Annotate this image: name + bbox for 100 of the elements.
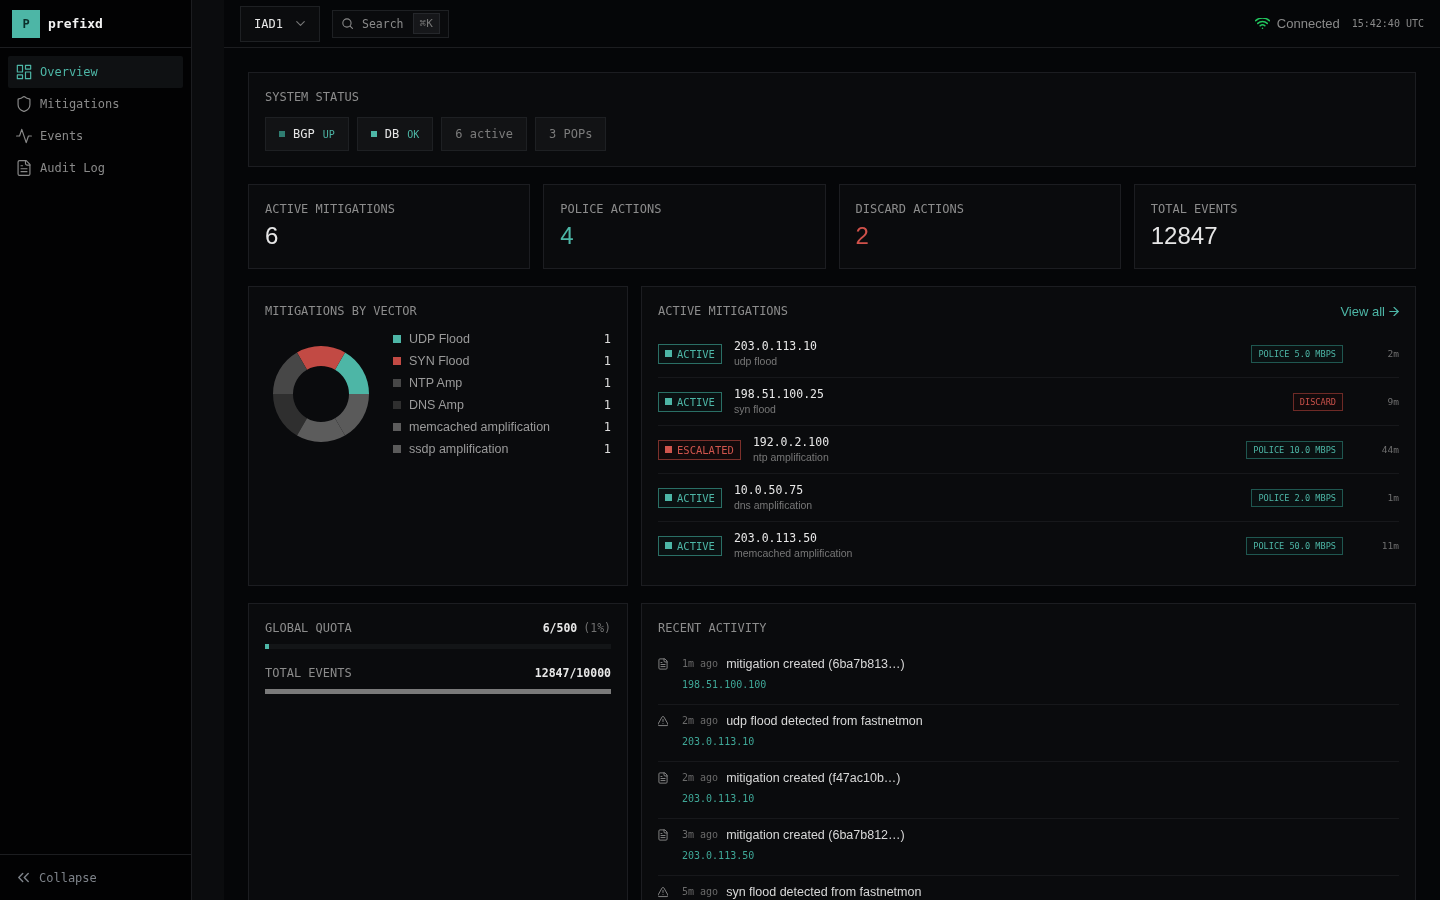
legend-label: DNS Amp [409, 398, 465, 412]
age-text: 44m [1380, 444, 1399, 455]
double-chevron-left-icon [18, 872, 29, 883]
status-square-icon [665, 542, 672, 549]
action-tag: POLICE 2.0 MBPS [1251, 488, 1343, 507]
legend-label: memcached amplification [409, 420, 552, 434]
activity-time: 3m ago [682, 829, 719, 840]
legend-count: 1 [603, 442, 611, 456]
region-dropdown[interactable]: IAD1 [240, 5, 320, 42]
action-tag: POLICE 10.0 MBPS [1246, 440, 1343, 459]
status-text: ACTIVE [677, 539, 715, 552]
chevron-down-icon [296, 21, 305, 26]
document-icon [658, 772, 668, 784]
stat-label: DISCARD ACTIONS [855, 201, 965, 217]
ip-address: 10.0.50.75 [733, 483, 805, 498]
clock: 15:42:40 UTC [1351, 18, 1424, 29]
meter-percent: (1%) [583, 621, 611, 635]
service-name: DB [384, 127, 400, 141]
document-icon [658, 658, 668, 670]
legend-label: NTP Amp [409, 376, 464, 390]
collapse-button[interactable]: Collapse [8, 870, 97, 885]
search-button[interactable]: Search ⌘K [332, 9, 449, 38]
activity-message: mitigation created (6ba7b812…) [726, 827, 905, 842]
activity-message: mitigation created (f47ac10b…) [726, 770, 901, 785]
legend-count: 1 [603, 354, 611, 368]
stat-label: TOTAL EVENTS [1150, 201, 1239, 217]
document-icon [16, 160, 32, 176]
logo-mark: P [12, 9, 40, 38]
legend-label: SYN Flood [409, 354, 471, 368]
age-text: 2m [1386, 348, 1399, 359]
view-all-link[interactable]: View all [1340, 303, 1399, 319]
card-title: RECENT ACTIVITY [658, 620, 768, 636]
status-text: ACTIVE [677, 395, 715, 408]
card-title: MITIGATIONS BY VECTOR [265, 303, 418, 319]
meter-value: 6/500 [542, 621, 578, 635]
card-title: ACTIVE MITIGATIONS [658, 303, 789, 319]
count-pill: 3 POPs [535, 117, 607, 151]
age-text: 9m [1386, 396, 1399, 407]
action-tag: DISCARD [1292, 392, 1343, 411]
ip-address: 203.0.113.10 [682, 792, 756, 806]
card-title: SYSTEM STATUS [265, 89, 360, 105]
status-text: ACTIVE [677, 347, 715, 360]
meter-label: GLOBAL QUOTA [265, 620, 352, 636]
connection-status: Connected [1276, 16, 1340, 31]
document-icon [658, 829, 668, 841]
warning-triangle-icon [658, 715, 668, 727]
attack-vector: ntp amplification [752, 450, 830, 464]
nav-item[interactable]: Overview [8, 56, 183, 88]
meter-value: 12847/10000 [534, 666, 611, 680]
ip-address: 203.0.113.10 [733, 339, 819, 354]
activity-time: 1m ago [682, 658, 719, 669]
stat-label: POLICE ACTIONS [560, 201, 663, 217]
nav-item[interactable]: Audit Log [8, 152, 183, 184]
stat-label: ACTIVE MITIGATIONS [265, 201, 397, 217]
legend-count: 1 [603, 376, 611, 390]
activity-time: 2m ago [682, 715, 719, 726]
search-icon [342, 18, 353, 29]
status-text: ESCALATED [677, 443, 734, 456]
grid-icon [16, 64, 32, 80]
attack-vector: dns amplification [733, 498, 814, 512]
status-square-icon [665, 494, 672, 501]
service-name: BGP [293, 127, 315, 141]
meter-label: TOTAL EVENTS [265, 665, 352, 681]
legend-label: ssdp amplification [409, 442, 510, 456]
pulse-line-icon [16, 128, 32, 144]
service-status: UP [322, 128, 335, 140]
ip-address: 198.51.100.100 [682, 678, 768, 692]
activity-time: 5m ago [682, 886, 719, 897]
arrow-right-icon [1389, 306, 1399, 316]
ip-address: 203.0.113.50 [733, 531, 819, 546]
legend-count: 1 [603, 398, 611, 412]
legend-count: 1 [603, 420, 611, 434]
legend-label: UDP Flood [409, 332, 471, 346]
status-square-icon [665, 398, 672, 405]
nav-item[interactable]: Events [8, 120, 183, 152]
warning-triangle-icon [658, 886, 668, 898]
nav-item[interactable]: Mitigations [8, 88, 183, 120]
ip-address: 198.51.100.25 [733, 387, 825, 402]
action-tag: POLICE 5.0 MBPS [1251, 344, 1343, 363]
action-tag: POLICE 50.0 MBPS [1246, 536, 1343, 555]
status-square-icon [665, 350, 672, 357]
age-text: 11m [1380, 540, 1399, 551]
activity-time: 2m ago [682, 772, 719, 783]
shortcut-key: ⌘K [412, 13, 440, 34]
app-name: prefixd [48, 16, 103, 31]
ip-address: 203.0.113.50 [682, 849, 756, 863]
activity-message: syn flood detected from fastnetmon [726, 884, 922, 899]
activity-message: mitigation created (6ba7b813…) [726, 656, 905, 671]
attack-vector: udp flood [733, 354, 779, 368]
attack-vector: memcached amplification [733, 546, 854, 560]
activity-message: udp flood detected from fastnetmon [726, 713, 923, 728]
status-text: ACTIVE [677, 491, 715, 504]
ip-address: 203.0.113.10 [682, 735, 756, 749]
service-status: OK [407, 128, 420, 140]
attack-vector: syn flood [733, 402, 777, 416]
count-pill: 6 active [441, 117, 528, 151]
stat-value: 4 [560, 221, 575, 251]
stat-value: 6 [265, 221, 280, 251]
stat-value: 2 [855, 221, 870, 251]
ip-address: 192.0.2.100 [752, 435, 831, 450]
